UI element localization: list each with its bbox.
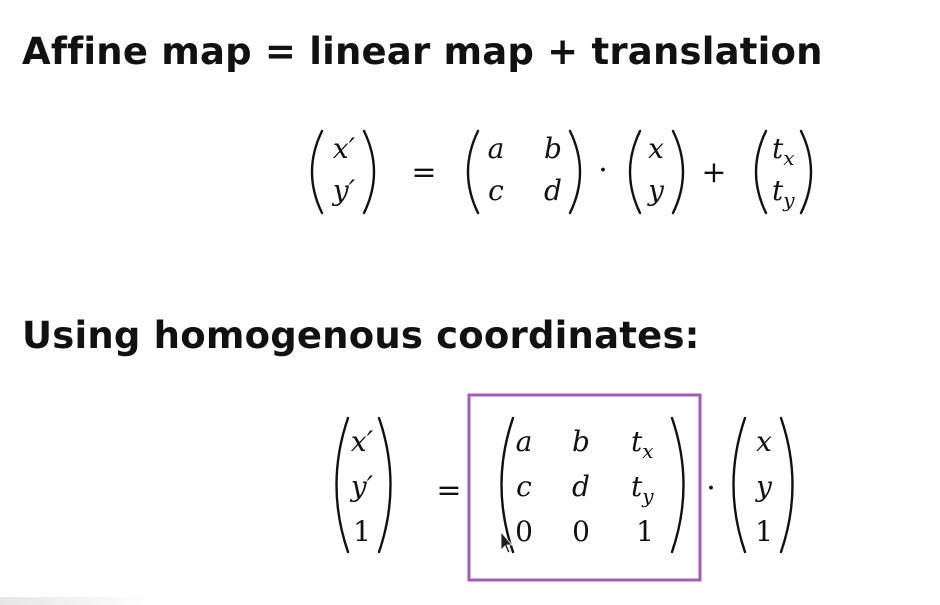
matrix-cell-ty: ty (631, 470, 654, 508)
matrix-cell: a (516, 425, 533, 458)
right-paren (362, 129, 376, 215)
left-paren (500, 416, 515, 554)
plus-sign: + (701, 155, 726, 190)
left-paren (732, 416, 747, 554)
matrix-cell-tx: tx (631, 425, 654, 463)
left-paren (628, 129, 642, 215)
dot-operator: · (598, 153, 608, 188)
equals-sign: = (411, 155, 436, 190)
input-vector: x y (628, 129, 685, 215)
vector-x: x (648, 132, 664, 165)
matrix-cell: c (516, 470, 532, 503)
homogeneous-matrix: a b tx c d ty 0 0 1 (500, 416, 685, 554)
left-paren (754, 129, 768, 215)
translation-tx: tx (772, 132, 795, 170)
matrix-cell: 1 (636, 515, 654, 548)
vector-y: y (646, 174, 665, 207)
right-paren (670, 416, 685, 554)
matrix-cell: b (544, 132, 562, 165)
matrix-cell: d (544, 174, 562, 207)
left-paren (335, 416, 350, 554)
lhs-vector: x′ y′ (310, 129, 376, 215)
linear-matrix: a b c d (466, 129, 582, 215)
vector-y: y (754, 470, 773, 503)
right-paren (799, 129, 813, 215)
left-paren (466, 129, 480, 215)
equals-sign: = (436, 473, 461, 508)
matrix-cell: b (572, 425, 590, 458)
matrix-cell: a (488, 132, 505, 165)
matrix-cell: 0 (515, 515, 533, 548)
matrix-cell: c (488, 174, 504, 207)
vector-x: x (756, 425, 772, 458)
lhs-y-prime: y′ (331, 174, 356, 207)
lhs-vector-homogeneous: x′ y′ 1 (335, 416, 392, 554)
right-paren (377, 416, 392, 554)
lhs-x-prime: x′ (333, 132, 356, 165)
matrix-cell: 0 (572, 515, 590, 548)
heading-homogeneous-coordinates: Using homogenous coordinates: (22, 314, 700, 357)
left-paren (310, 129, 324, 215)
lhs-y-prime: y′ (349, 470, 374, 503)
right-paren (779, 416, 794, 554)
translation-vector: tx ty (754, 129, 813, 215)
lhs-x-prime: x′ (351, 425, 374, 458)
translation-ty: ty (772, 174, 795, 212)
mouse-cursor-icon (500, 530, 513, 554)
equation-affine-map: x′ y′ = a b c d · x y + tx ty x′ y′ 1 = (310, 129, 813, 582)
right-paren (671, 129, 685, 215)
dot-operator: · (706, 471, 716, 506)
video-edge-shadow (0, 597, 150, 605)
vector-one: 1 (755, 515, 773, 548)
input-vector-homogeneous: x y 1 (732, 416, 794, 554)
matrix-cell: d (572, 470, 590, 503)
right-paren (568, 129, 582, 215)
lhs-one: 1 (353, 515, 371, 548)
